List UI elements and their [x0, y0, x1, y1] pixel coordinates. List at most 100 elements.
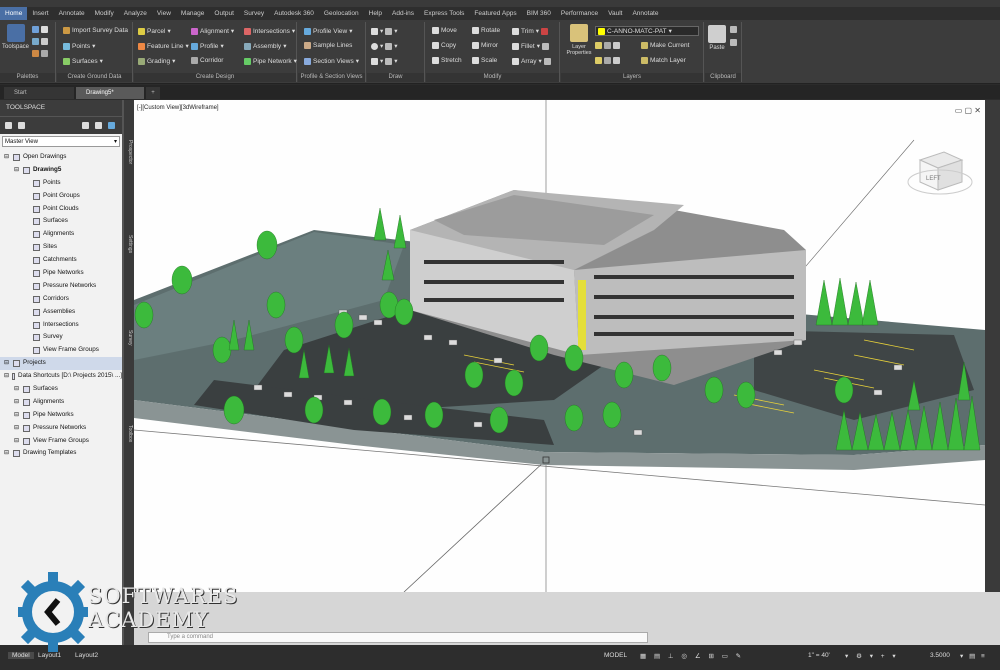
expand-toggle-icon[interactable]: ⊟ — [14, 383, 20, 396]
expand-toggle-icon[interactable]: ⊟ — [4, 151, 10, 164]
palette-icon-2[interactable] — [32, 38, 48, 45]
print-icon[interactable] — [18, 122, 25, 129]
layer-tools-row2[interactable] — [595, 57, 620, 64]
expand-toggle-icon[interactable]: ⊟ — [4, 357, 10, 370]
tree-item[interactable]: ⊟ Surfaces — [0, 383, 122, 396]
layer-properties-button[interactable]: Layer Properties — [564, 24, 594, 56]
ribbon-tab-geolocation[interactable]: Geolocation — [319, 7, 364, 20]
tree-item[interactable]: ⊟ Alignments — [0, 396, 122, 409]
annotation-scale[interactable]: 1" = 40' — [808, 652, 830, 659]
ribbon-tab-add-ins[interactable]: Add-ins — [387, 7, 419, 20]
make-current-button[interactable]: Make Current — [641, 42, 689, 49]
expand-toggle-icon[interactable]: ⊟ — [14, 409, 20, 422]
tree-item[interactable]: ⊟ Drawing Templates — [0, 447, 122, 460]
status-toggle-icons[interactable]: ▦ ▤ ⊥ ◎ ∠ ⊞ ▭ ✎ — [640, 652, 744, 660]
tree-item[interactable]: Points — [0, 177, 122, 190]
tree-item[interactable]: Surfaces — [0, 215, 122, 228]
expand-toggle-icon[interactable]: ⊟ — [14, 435, 20, 448]
expand-toggle-icon[interactable]: ⊟ — [14, 422, 20, 435]
tree-item[interactable]: Assemblies — [0, 306, 122, 319]
ribbon-tab-output[interactable]: Output — [209, 7, 239, 20]
palette-icon-3[interactable] — [32, 50, 48, 57]
expand-toggle-icon[interactable]: ⊟ — [14, 396, 20, 409]
nav-icons[interactable] — [988, 110, 997, 590]
expand-toggle-icon[interactable]: ⊟ — [14, 164, 20, 177]
side-tab-survey[interactable]: Survey — [125, 330, 133, 346]
tree-item[interactable]: ⊟ Drawing5 — [0, 164, 122, 177]
tree-item[interactable]: Alignments — [0, 228, 122, 241]
copy-button[interactable]: Copy — [432, 42, 456, 49]
ribbon-tab-modify[interactable]: Modify — [90, 7, 119, 20]
status-right-icons[interactable]: ▾ ▤ ≡ — [960, 652, 987, 660]
tree-item[interactable]: ⊟ Open Drawings — [0, 151, 122, 164]
tree-item[interactable]: Point Groups — [0, 190, 122, 203]
tree-item[interactable]: Corridors — [0, 293, 122, 306]
help-icon[interactable] — [108, 122, 115, 129]
profile-view-button[interactable]: Profile View ▾ — [304, 27, 352, 35]
drawing-tab[interactable]: Drawing5* — [76, 87, 144, 99]
pipe-network-button[interactable]: Pipe Network ▾ — [244, 57, 297, 65]
tree-item[interactable]: ⊟ View Frame Groups — [0, 435, 122, 448]
sample-lines-button[interactable]: Sample Lines — [304, 42, 352, 49]
clipboard-small-tools[interactable] — [730, 26, 737, 46]
viewcube[interactable] — [907, 151, 973, 195]
rectangle-tool[interactable]: ▾ ▾ — [371, 57, 398, 65]
ribbon-tab-annotate[interactable]: Annotate — [54, 7, 90, 20]
toolspace-option-icon-2[interactable] — [95, 122, 102, 129]
ribbon-tab-view[interactable]: View — [152, 7, 176, 20]
tree-item[interactable]: View Frame Groups — [0, 344, 122, 357]
expand-toggle-icon[interactable]: ⊟ — [4, 370, 9, 383]
grading-button[interactable]: Grading ▾ — [138, 57, 175, 65]
ribbon-tab-featured-apps[interactable]: Featured Apps — [469, 7, 521, 20]
rotate-button[interactable]: Rotate — [472, 27, 500, 34]
alignment-button[interactable]: Alignment ▾ — [191, 27, 234, 35]
drawing-viewport[interactable]: [-][Custom View][3dWireframe] LEFT ▭ ▢ ✕ — [134, 100, 985, 592]
circle-tool[interactable]: ▾ ▾ — [371, 42, 398, 50]
match-layer-button[interactable]: Match Layer — [641, 57, 686, 64]
tree-item[interactable]: ⊟ Pressure Networks — [0, 422, 122, 435]
profile-button[interactable]: Profile ▾ — [191, 42, 224, 50]
assembly-button[interactable]: Assembly ▾ — [244, 42, 286, 50]
tree-item[interactable]: Pipe Networks — [0, 267, 122, 280]
model-space-button[interactable]: MODEL — [604, 652, 627, 659]
ribbon-tab-analyze[interactable]: Analyze — [119, 7, 152, 20]
surfaces-button[interactable]: Surfaces ▾ — [63, 57, 103, 65]
move-button[interactable]: Move — [432, 27, 457, 34]
ribbon-tab-survey[interactable]: Survey — [239, 7, 269, 20]
corridor-button[interactable]: Corridor — [191, 57, 223, 64]
start-tab[interactable]: Start — [4, 87, 74, 99]
new-tab-button[interactable]: + — [146, 87, 160, 99]
ribbon-tab-autodesk-360[interactable]: Autodesk 360 — [269, 7, 319, 20]
tree-item[interactable]: Intersections — [0, 319, 122, 332]
ribbon-tab-annotate[interactable]: Annotate — [627, 7, 663, 20]
scale-button[interactable]: Scale — [472, 57, 497, 64]
view-select[interactable]: Master View ▾ — [2, 136, 120, 147]
tree-item[interactable]: Survey — [0, 331, 122, 344]
paste-button[interactable]: Paste — [708, 25, 726, 51]
toolspace-option-icon-1[interactable] — [82, 122, 89, 129]
ribbon-tab-performance[interactable]: Performance — [556, 7, 603, 20]
ribbon-tab-express-tools[interactable]: Express Tools — [419, 7, 469, 20]
expand-toggle-icon[interactable]: ⊟ — [4, 447, 10, 460]
side-tab-settings[interactable]: Settings — [125, 235, 133, 253]
tree-item[interactable]: ⊟ Projects — [0, 357, 122, 371]
points-button[interactable]: Points ▾ — [63, 42, 95, 50]
tree-item[interactable]: ⊟ Pipe Networks — [0, 409, 122, 422]
tree-item[interactable]: Sites — [0, 241, 122, 254]
status-workspace-icons[interactable]: ▾ ⚙ ▾ + ▾ — [845, 652, 899, 660]
feature-line-button[interactable]: Feature Line ▾ — [138, 42, 189, 50]
line-tool[interactable]: ▾ ▾ — [371, 27, 398, 35]
side-tab-toolbox[interactable]: Toolbox — [125, 425, 133, 442]
layer-tools-row1[interactable] — [595, 42, 620, 49]
side-tab-prospector[interactable]: Prospector — [125, 140, 133, 164]
toolspace-button[interactable]: Toolspace — [2, 24, 29, 50]
mirror-button[interactable]: Mirror — [472, 42, 498, 49]
ribbon-tab-insert[interactable]: Insert — [27, 7, 53, 20]
ribbon-tab-home[interactable]: Home — [0, 7, 28, 20]
ribbon-tab-bim-360[interactable]: BIM 360 — [522, 7, 556, 20]
zoom-value[interactable]: 3.5000 — [930, 652, 950, 659]
viewport-window-controls[interactable]: ▭ ▢ ✕ — [955, 106, 981, 115]
stretch-button[interactable]: Stretch — [432, 57, 462, 64]
tree-item[interactable]: Point Clouds — [0, 203, 122, 216]
trim-button[interactable]: Trim ▾ — [512, 27, 549, 35]
